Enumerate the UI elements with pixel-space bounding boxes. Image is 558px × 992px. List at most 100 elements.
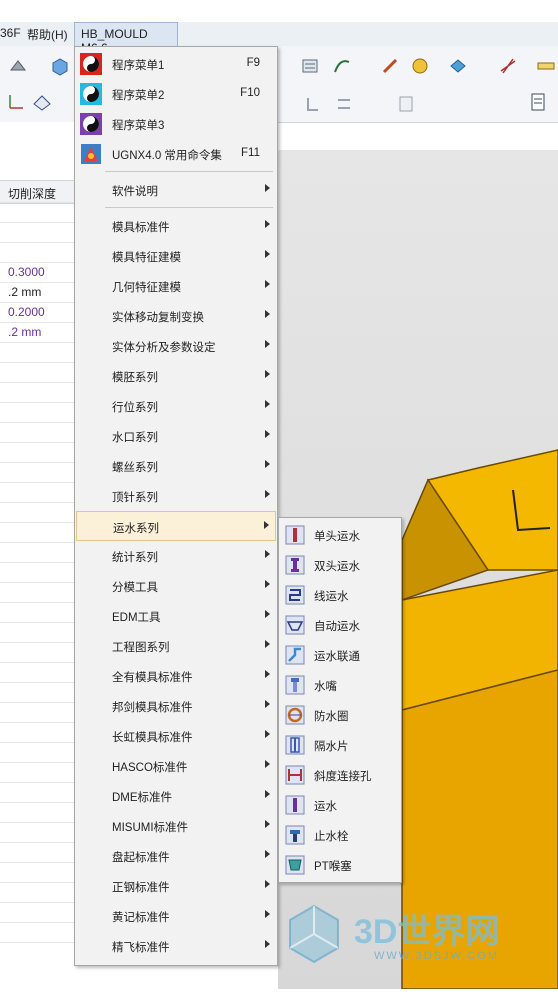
menu-item[interactable]: 水口系列 [76,421,276,451]
view-icon[interactable] [448,56,468,76]
submenu-item[interactable]: 运水 [280,790,400,820]
single-head-cooling-icon [284,524,306,546]
submenu-item[interactable]: 运水联通 [280,640,400,670]
menu-item[interactable]: 模具标准件 [76,211,276,241]
curve-icon[interactable] [332,56,352,76]
submenu-item[interactable]: 双头运水 [280,550,400,580]
menu-item[interactable]: 模胚系列 [76,361,276,391]
submenu-arrow-icon [265,490,270,498]
dimension-icon[interactable] [334,94,354,114]
menu-item[interactable]: UGNX4.0 常用命令集 F11 [76,139,276,169]
row-divider [0,662,80,663]
menu-item-label: 实体分析及参数设定 [112,342,216,354]
menu-item[interactable]: 螺丝系列 [76,451,276,481]
menu-item[interactable]: 软件说明 [76,175,276,205]
submenu-item[interactable]: 隔水片 [280,730,400,760]
submenu-item[interactable]: 线运水 [280,580,400,610]
ruler-icon[interactable] [536,56,556,76]
menu-item-label: 程序菜单3 [112,120,165,132]
menubar-item-help[interactable]: 帮助(H) [27,26,68,43]
row-divider [0,702,80,703]
menu-item[interactable]: 分模工具 [76,571,276,601]
submenu-item-label: 双头运水 [314,561,360,573]
row-divider [0,722,80,723]
watermark: 3D世界网 WWW.3DSJW.COM [278,900,558,970]
surface-icon[interactable] [32,92,52,112]
window-top-strip [0,0,558,22]
submenu-arrow-icon [265,430,270,438]
watermark-cube-icon [289,904,339,964]
grid-icon[interactable] [498,56,518,76]
submenu-item[interactable]: PT喉塞 [280,850,400,880]
menu-item[interactable]: HASCO标准件 [76,751,276,781]
submenu-item[interactable]: 水嘴 [280,670,400,700]
yin-yang-red-icon [80,53,102,75]
menu-item[interactable]: 程序菜单2 F10 [76,79,276,109]
submenu-arrow-icon [265,460,270,468]
menu-item[interactable]: EDM工具 [76,601,276,631]
analyze-icon[interactable] [410,56,430,76]
menu-item[interactable]: 工程图系列 [76,631,276,661]
sketch-icon[interactable] [8,56,28,76]
submenu-item[interactable]: 斜度连接孔 [280,760,400,790]
submenu-arrow-icon [265,700,270,708]
draft-icon[interactable] [304,94,324,114]
menu-item[interactable]: 程序菜单3 [76,109,276,139]
measure-icon[interactable] [380,56,400,76]
submenu-arrow-icon [265,370,270,378]
document-icon[interactable] [528,92,548,112]
row-divider [0,202,80,203]
o-ring-icon [284,704,306,726]
row-divider [0,622,80,623]
menu-item[interactable]: 实体移动复制变换 [76,301,276,331]
menu-item-label: 水口系列 [112,432,158,444]
auto-cooling-icon [284,614,306,636]
menubar-item-fragment[interactable]: 36F [0,26,21,40]
csys-icon[interactable] [6,92,26,112]
block-icon[interactable] [50,56,70,76]
menu-item[interactable]: 行位系列 [76,391,276,421]
menu-item[interactable]: 正钢标准件 [76,871,276,901]
menu-item[interactable]: 全有模具标准件 [76,661,276,691]
submenu-arrow-icon [265,220,270,228]
row-divider [0,582,80,583]
submenu-item-label: 运水 [314,801,337,813]
menu-item[interactable]: 黄记标准件 [76,901,276,931]
menu-item[interactable]: 顶针系列 [76,481,276,511]
submenu-item[interactable]: 自动运水 [280,610,400,640]
line-cooling-icon [284,584,306,606]
menu-item[interactable]: 盘起标准件 [76,841,276,871]
submenu-item-label: 单头运水 [314,531,360,543]
menu-item-label: 模具标准件 [112,222,170,234]
water-nozzle-icon [284,674,306,696]
cut-depth-value: .2 mm [8,325,42,339]
menu-item[interactable]: 精飞标准件 [76,931,276,961]
menu-item-label: 螺丝系列 [112,462,158,474]
menu-item[interactable]: 程序菜单1 F9 [76,49,276,79]
angled-hole-icon [284,764,306,786]
menu-item[interactable]: 运水系列 [76,511,276,541]
menu-item[interactable]: DME标准件 [76,781,276,811]
note-icon[interactable] [396,94,416,114]
layers-icon[interactable] [300,56,320,76]
menu-item[interactable]: 长虹模具标准件 [76,721,276,751]
row-divider [0,522,80,523]
submenu-arrow-icon [265,610,270,618]
menubar-item-hb-mould[interactable]: HB_MOULD M6.6 [74,22,178,55]
menu-item[interactable]: 模具特征建模 [76,241,276,271]
submenu-item[interactable]: 止水栓 [280,820,400,850]
menu-item[interactable]: 邦剑模具标准件 [76,691,276,721]
menu-item[interactable]: 统计系列 [76,541,276,571]
menu-item[interactable]: MISUMI标准件 [76,811,276,841]
menu-item-label: 长虹模具标准件 [112,732,193,744]
menu-item[interactable]: 实体分析及参数设定 [76,331,276,361]
menu-item-shortcut: F11 [241,147,260,159]
submenu-item[interactable]: 防水圈 [280,700,400,730]
submenu-item[interactable]: 单头运水 [280,520,400,550]
row-divider [0,602,80,603]
column-header-cut-depth[interactable]: 切削深度 [0,180,80,204]
row-divider [0,542,80,543]
menu-item-label: 模胚系列 [112,372,158,384]
menu-item[interactable]: 几何特征建模 [76,271,276,301]
hb-mould-dropdown-menu: 程序菜单1 F9 程序菜单2 F10 程序菜单3 UGNX4.0 常用命令集 F11 软件说明… [74,46,278,966]
